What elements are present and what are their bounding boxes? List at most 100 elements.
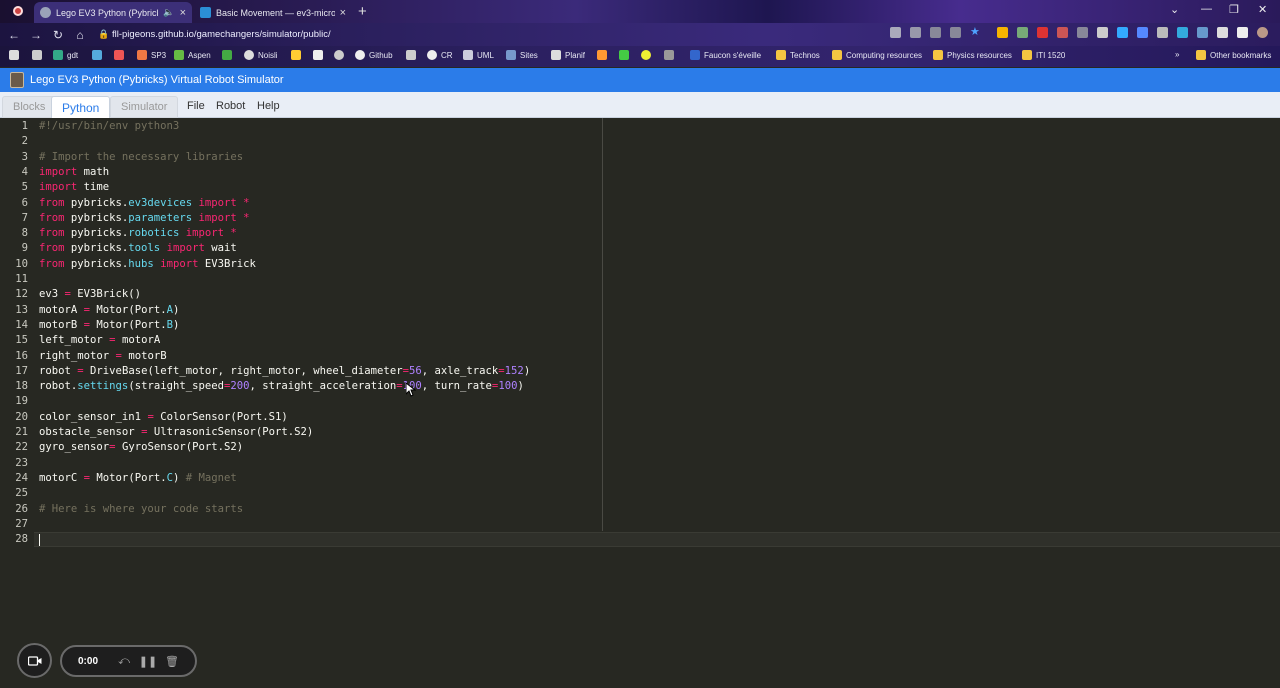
bookmark-icon[interactable] <box>406 50 416 60</box>
extension-icon[interactable] <box>1176 27 1188 38</box>
bookmark-icon[interactable] <box>313 50 323 60</box>
bookmark-icon[interactable] <box>114 50 124 60</box>
bookmark-other[interactable]: Other bookmarks <box>1196 50 1271 60</box>
browser-tab-2[interactable]: Basic Movement — ev3-micropy × <box>194 2 352 23</box>
extension-icon[interactable] <box>996 27 1008 38</box>
extension-icon[interactable] <box>1196 27 1208 38</box>
bookmark-icon[interactable] <box>619 50 629 60</box>
bookmark-icon[interactable] <box>32 50 42 60</box>
minimize-icon[interactable]: — <box>1201 3 1212 15</box>
bookmark-icon[interactable] <box>664 50 674 60</box>
forward-icon[interactable]: → <box>25 28 47 42</box>
code-token: pybricks. <box>64 257 129 270</box>
bookmark-label: Technos <box>790 50 820 60</box>
extension-icon[interactable] <box>910 27 921 38</box>
bookmark-noisli[interactable]: Noisli <box>244 50 278 60</box>
trash-icon[interactable]: 🗑 <box>160 655 184 668</box>
bookmark-planif[interactable]: Planif <box>551 50 585 60</box>
tab-title: Lego EV3 Python (Pybricks) V <box>56 7 158 18</box>
extension-icon[interactable] <box>1016 27 1028 38</box>
extension-icon[interactable] <box>1056 27 1068 38</box>
tab-simulator[interactable]: Simulator <box>110 96 179 118</box>
extension-icon[interactable] <box>1036 27 1048 38</box>
bookmark-sp3[interactable]: SP3 <box>137 50 166 60</box>
bookmark-icon <box>463 50 473 60</box>
code-token: EV3Brick() <box>70 288 142 301</box>
star-icon[interactable]: ★ <box>970 27 980 38</box>
bookmark-faucon[interactable]: Faucon s'éveille <box>690 50 761 60</box>
puzzle-icon[interactable] <box>1216 27 1228 38</box>
chevron-down-icon[interactable]: ⌄ <box>1170 3 1179 16</box>
bookmark-aspen[interactable]: Aspen <box>174 50 211 60</box>
avatar[interactable] <box>1256 27 1268 38</box>
line-number: 25 <box>15 487 28 500</box>
bookmark-iti[interactable]: ITI 1520 <box>1022 50 1065 60</box>
code-token: wait <box>204 242 237 255</box>
undo-icon[interactable]: ⤺ <box>112 655 136 668</box>
bookmarks-overflow-icon[interactable]: » <box>1175 50 1179 59</box>
browser-profile-icon[interactable] <box>13 6 23 16</box>
extension-icon[interactable] <box>890 27 901 38</box>
bookmark-icon[interactable] <box>597 50 607 60</box>
app-title: Lego EV3 Python (Pybricks) Virtual Robot… <box>30 74 284 86</box>
url-text[interactable]: fll-pigeons.github.io/gamechangers/simul… <box>112 29 331 40</box>
address-bar[interactable]: 🔒 fll-pigeons.github.io/gamechangers/sim… <box>98 25 888 44</box>
menu-file[interactable]: File <box>187 100 205 112</box>
browser-tab-active[interactable]: Lego EV3 Python (Pybricks) V 🔈 × <box>34 2 192 23</box>
extension-icon[interactable] <box>1156 27 1168 38</box>
sidepanel-icon[interactable] <box>1236 27 1248 38</box>
zoom-icon[interactable] <box>950 27 961 38</box>
bookmark-icon[interactable] <box>222 50 232 60</box>
share-icon[interactable] <box>930 27 941 38</box>
bookmark-icon[interactable] <box>92 50 102 60</box>
extension-icon[interactable] <box>1116 27 1128 38</box>
bookmark-icon[interactable] <box>334 50 344 60</box>
code-token: #!/usr/bin/env python3 <box>39 120 180 132</box>
bookmark-label: Physics resources <box>947 50 1012 60</box>
code-token: pybricks. <box>64 196 129 209</box>
reload-icon[interactable]: ↻ <box>47 28 69 42</box>
line-number: 15 <box>15 334 28 347</box>
bookmark-github[interactable]: Github <box>355 50 393 60</box>
code-text: # Here is where your code starts <box>39 502 243 517</box>
bookmark-icon <box>174 50 184 60</box>
code-token: from <box>39 257 65 270</box>
line-number: 22 <box>15 441 28 454</box>
bookmark-uml[interactable]: UML <box>463 50 494 60</box>
speaker-icon[interactable]: 🔈 <box>163 7 174 18</box>
back-icon[interactable]: ← <box>3 28 25 42</box>
bookmark-icon <box>690 50 700 60</box>
code-token: Motor(Port. <box>90 318 167 331</box>
code-editor[interactable]: 1 #!/usr/bin/env python3 2 3 # Import the ne… <box>0 118 1280 688</box>
home-icon[interactable]: ⌂ <box>69 28 91 42</box>
bookmark-computing[interactable]: Computing resources <box>832 50 922 60</box>
pause-icon[interactable]: ❚❚ <box>136 655 160 668</box>
code-token: Motor(Port. <box>90 471 167 484</box>
menu-robot[interactable]: Robot <box>216 100 245 112</box>
extension-icon[interactable] <box>1136 27 1148 38</box>
code-token: robot <box>39 364 78 377</box>
menu-help[interactable]: Help <box>257 100 280 112</box>
extension-icon[interactable] <box>1096 27 1108 38</box>
tab-close-icon[interactable]: × <box>340 7 346 19</box>
tab-python[interactable]: Python <box>51 96 111 118</box>
bookmark-icon[interactable] <box>641 50 651 60</box>
bookmark-icon <box>551 50 561 60</box>
code-text: from pybricks.robotics import * <box>39 226 237 241</box>
bookmark-icon[interactable] <box>291 50 301 60</box>
restore-icon[interactable]: ❐ <box>1229 3 1239 16</box>
bookmark-gdt[interactable]: gdt <box>53 50 78 60</box>
code-token: * <box>236 211 250 224</box>
bookmark-technos[interactable]: Technos <box>776 50 820 60</box>
tab-close-icon[interactable]: × <box>180 7 186 19</box>
bookmark-physics[interactable]: Physics resources <box>933 50 1012 60</box>
bookmark-sites[interactable]: Sites <box>506 50 538 60</box>
bookmark-icon[interactable] <box>9 50 19 60</box>
extension-icon[interactable] <box>1076 27 1088 38</box>
folder-icon <box>933 50 943 60</box>
new-tab-icon[interactable]: + <box>358 3 367 20</box>
tab-blocks[interactable]: Blocks <box>2 96 57 118</box>
camera-button[interactable] <box>17 643 52 678</box>
bookmark-cr[interactable]: CR <box>427 50 453 60</box>
window-close-icon[interactable]: ✕ <box>1258 3 1267 16</box>
